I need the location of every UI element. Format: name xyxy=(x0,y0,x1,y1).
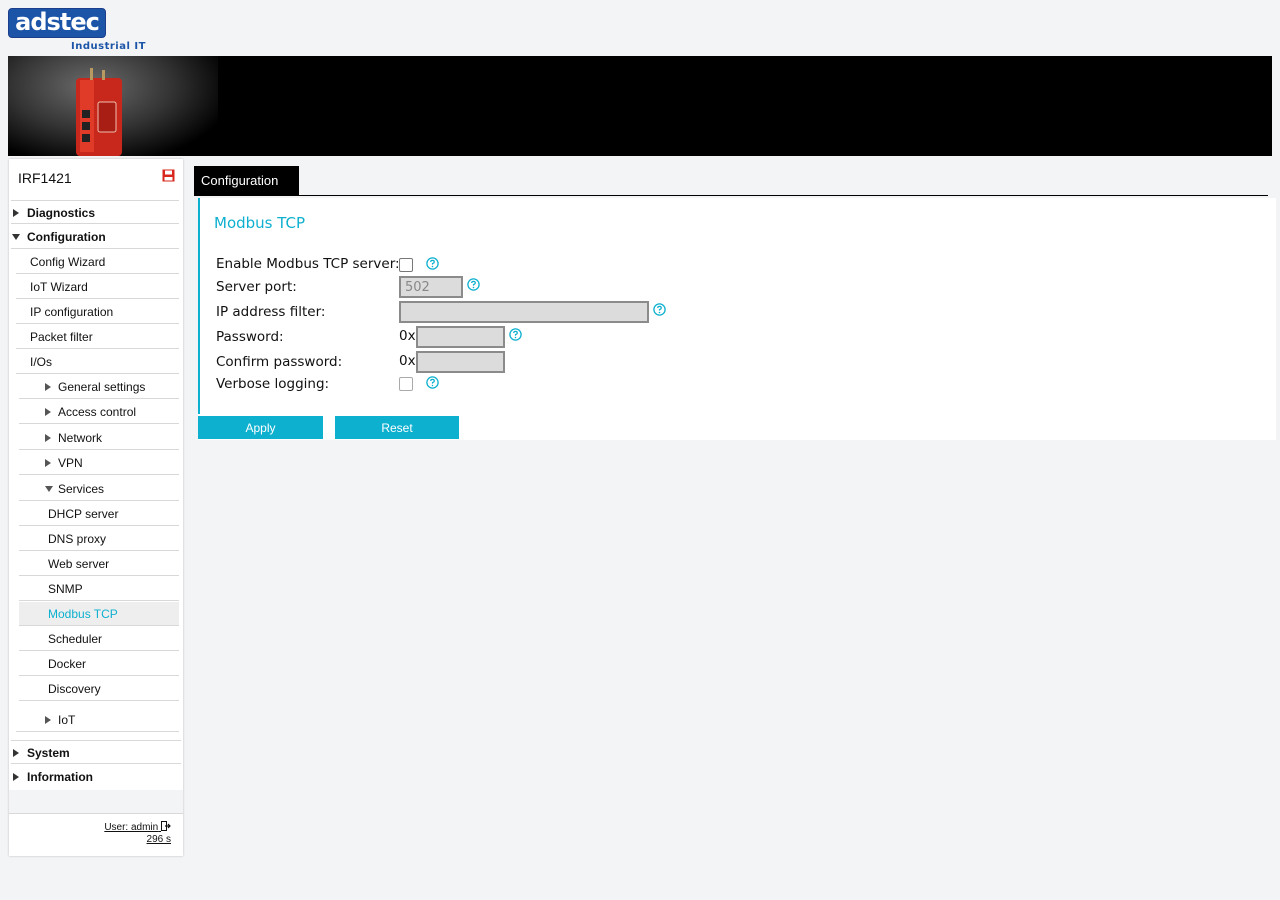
nav-label: Modbus TCP xyxy=(48,607,118,621)
nav-information[interactable]: Information xyxy=(11,765,181,789)
nav-dns-proxy[interactable]: DNS proxy xyxy=(19,527,179,551)
apply-button[interactable]: Apply xyxy=(198,416,323,439)
nav-config-wizard[interactable]: Config Wizard xyxy=(16,250,179,274)
nav-label: Services xyxy=(58,482,105,496)
nav-packet-filter[interactable]: Packet filter xyxy=(16,325,179,349)
nav-diagnostics[interactable]: Diagnostics xyxy=(11,200,179,224)
nav-label: DNS proxy xyxy=(48,532,107,546)
nav-label: Network xyxy=(58,431,103,445)
nav-label: Web server xyxy=(48,557,110,571)
nav-scheduler[interactable]: Scheduler xyxy=(19,627,179,651)
nav-vpn[interactable]: VPN xyxy=(19,451,179,475)
collapse-arrow-icon xyxy=(12,234,20,240)
panel-accent-bar xyxy=(198,198,200,414)
password-label: Password: xyxy=(216,329,284,345)
nav-label: Access control xyxy=(58,405,137,419)
nav-label: VPN xyxy=(58,456,83,470)
nav-label: Discovery xyxy=(48,682,101,696)
ads-tec-logo: adstec Industrial IT xyxy=(8,8,148,54)
enable-checkbox[interactable] xyxy=(399,258,413,272)
logout-icon xyxy=(161,821,171,831)
sidebar: IRF1421 Diagnostics Configuration Config… xyxy=(9,159,183,856)
session-timer[interactable]: 296 s xyxy=(147,834,171,845)
nav-label: SNMP xyxy=(48,582,83,596)
nav-label: Diagnostics xyxy=(27,206,96,220)
confirm-password-input[interactable] xyxy=(416,351,505,373)
nav-services[interactable]: Services xyxy=(19,477,179,501)
header-banner xyxy=(8,56,1272,156)
nav-ip-configuration[interactable]: IP configuration xyxy=(16,300,179,324)
nav-label: General settings xyxy=(58,380,146,394)
divider xyxy=(9,813,183,814)
nav-label: IP configuration xyxy=(30,305,114,319)
ipfilter-label: IP address filter: xyxy=(216,304,326,320)
server-port-input[interactable] xyxy=(399,276,463,298)
help-icon[interactable] xyxy=(426,376,439,389)
expand-arrow-icon xyxy=(45,408,51,416)
nav-configuration[interactable]: Configuration xyxy=(11,225,179,249)
expand-arrow-icon xyxy=(45,716,51,724)
sidebar-spacer xyxy=(9,790,183,814)
nav-label: Information xyxy=(27,770,93,784)
ip-filter-input[interactable] xyxy=(399,301,649,323)
nav-label: Packet filter xyxy=(30,330,93,344)
nav-label: Configuration xyxy=(27,230,106,244)
nav-label: Docker xyxy=(48,657,87,671)
nav-label: IoT xyxy=(58,713,76,727)
nav-system[interactable]: System xyxy=(11,740,181,764)
expand-arrow-icon xyxy=(13,749,19,757)
user-label: User: admin xyxy=(104,822,159,833)
nav-general-settings[interactable]: General settings xyxy=(19,375,179,399)
tab-underline xyxy=(194,195,1268,196)
help-icon[interactable] xyxy=(426,257,439,270)
nav-label: DHCP server xyxy=(48,507,119,521)
nav-access-control[interactable]: Access control xyxy=(19,400,179,424)
nav-label: System xyxy=(27,746,70,760)
nav-ios[interactable]: I/Os xyxy=(16,350,179,374)
help-icon[interactable] xyxy=(653,303,666,316)
tab-configuration[interactable]: Configuration xyxy=(194,166,299,196)
logo-accent-text: tec xyxy=(59,8,100,36)
help-icon[interactable] xyxy=(467,278,480,291)
help-icon[interactable] xyxy=(509,328,522,341)
user-logout-link[interactable]: User: admin xyxy=(104,821,171,833)
nav-label: IoT Wizard xyxy=(30,280,88,294)
logo-main-text: ads xyxy=(15,8,61,36)
router-device-image xyxy=(76,68,122,156)
nav-discovery[interactable]: Discovery xyxy=(19,677,179,701)
port-label: Server port: xyxy=(216,279,297,295)
verbose-checkbox[interactable] xyxy=(399,377,413,391)
nav-snmp[interactable]: SNMP xyxy=(19,577,179,601)
confirm-label: Confirm password: xyxy=(216,354,343,370)
device-name: IRF1421 xyxy=(18,170,72,186)
page-title: Modbus TCP xyxy=(214,214,306,232)
nav-label: I/Os xyxy=(30,355,53,369)
nav-modbus-tcp[interactable]: Modbus TCP xyxy=(19,602,179,626)
save-icon[interactable] xyxy=(162,169,175,182)
nav-network[interactable]: Network xyxy=(19,426,179,450)
nav-dhcp-server[interactable]: DHCP server xyxy=(19,502,179,526)
expand-arrow-icon xyxy=(13,209,19,217)
nav-web-server[interactable]: Web server xyxy=(19,552,179,576)
nav-iot-wizard[interactable]: IoT Wizard xyxy=(16,275,179,299)
main-panel: Modbus TCP Enable Modbus TCP server: Ser… xyxy=(198,198,1276,440)
expand-arrow-icon xyxy=(45,383,51,391)
reset-button[interactable]: Reset xyxy=(335,416,459,439)
logo-wordmark: adstec xyxy=(8,8,106,38)
enable-label: Enable Modbus TCP server: xyxy=(216,256,400,272)
logo-subtitle: Industrial IT xyxy=(71,41,146,52)
nav-iot[interactable]: IoT xyxy=(16,708,179,732)
password-input[interactable] xyxy=(416,326,505,348)
password-hex-prefix: 0x xyxy=(399,328,416,344)
nav-label: Config Wizard xyxy=(30,255,106,269)
nav-docker[interactable]: Docker xyxy=(19,652,179,676)
confirm-hex-prefix: 0x xyxy=(399,353,416,369)
expand-arrow-icon xyxy=(13,773,19,781)
nav-label: Scheduler xyxy=(48,632,103,646)
verbose-label: Verbose logging: xyxy=(216,376,330,392)
expand-arrow-icon xyxy=(45,434,51,442)
expand-arrow-icon xyxy=(45,459,51,467)
collapse-arrow-icon xyxy=(45,486,53,492)
